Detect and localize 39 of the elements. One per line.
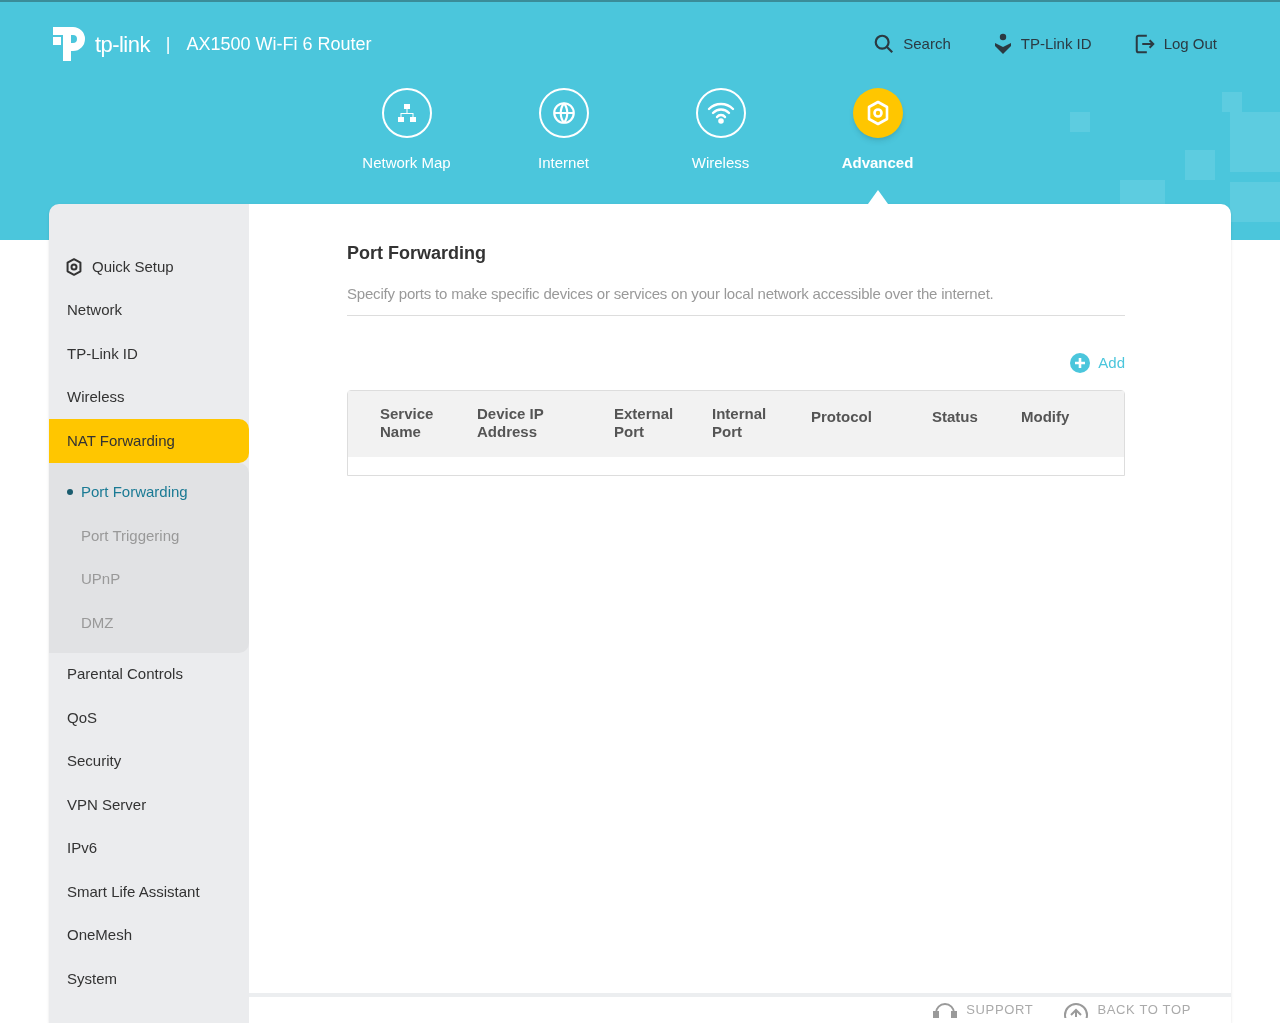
model-name: AX1500 Wi-Fi 6 Router <box>186 32 372 56</box>
logout-icon <box>1133 33 1156 55</box>
sidebar-item[interactable]: System <box>49 957 249 1001</box>
globe-icon <box>550 100 577 126</box>
column-header: Device IP Address <box>477 405 545 441</box>
sidebar-item[interactable]: TP-Link ID <box>49 332 249 376</box>
page-title: Port Forwarding <box>347 242 487 265</box>
search-icon <box>873 33 896 55</box>
sidebar-item[interactable]: Quick Setup <box>49 245 249 289</box>
header-link[interactable]: Log Out <box>1133 32 1217 56</box>
sidebar-item[interactable]: Wireless <box>49 375 249 419</box>
separator: | <box>165 32 171 56</box>
column-header: Internal Port <box>712 405 768 441</box>
column-header: Protocol <box>811 408 872 426</box>
sidebar-item[interactable]: Smart Life Assistant <box>49 870 249 914</box>
network-icon <box>395 102 418 124</box>
brand-logo-text: tp-link <box>95 30 150 59</box>
column-header: Modify <box>1021 408 1070 426</box>
sidebar-item[interactable]: Network <box>49 288 249 332</box>
sidebar-item[interactable]: QoS <box>49 696 249 740</box>
header-link[interactable]: TP-Link ID <box>992 32 1092 56</box>
submenu-item[interactable]: Port Forwarding <box>49 470 249 514</box>
column-header: Status <box>932 408 978 426</box>
person-icon <box>992 33 1013 55</box>
plus-icon <box>1070 352 1091 373</box>
wifi-icon <box>705 100 736 126</box>
sidebar-item[interactable]: VPN Server <box>49 783 249 827</box>
headset-icon <box>932 1002 959 1018</box>
sidebar-item[interactable]: Security <box>49 739 249 783</box>
sidebar-item[interactable]: NAT Forwarding <box>49 419 249 463</box>
page-description: Specify ports to make specific devices or services on your local network accessible over the internet. <box>347 283 1125 316</box>
gear-icon <box>64 256 84 277</box>
column-header: External Port <box>614 405 675 441</box>
header-link[interactable]: Search <box>873 32 951 56</box>
sidebar-item[interactable]: Parental Controls <box>49 652 249 696</box>
sidebar-item[interactable]: OneMesh <box>49 913 249 957</box>
sidebar-item[interactable]: IPv6 <box>49 826 249 870</box>
up-arrow-icon <box>1063 1002 1090 1018</box>
column-header: Service Name <box>380 405 435 441</box>
